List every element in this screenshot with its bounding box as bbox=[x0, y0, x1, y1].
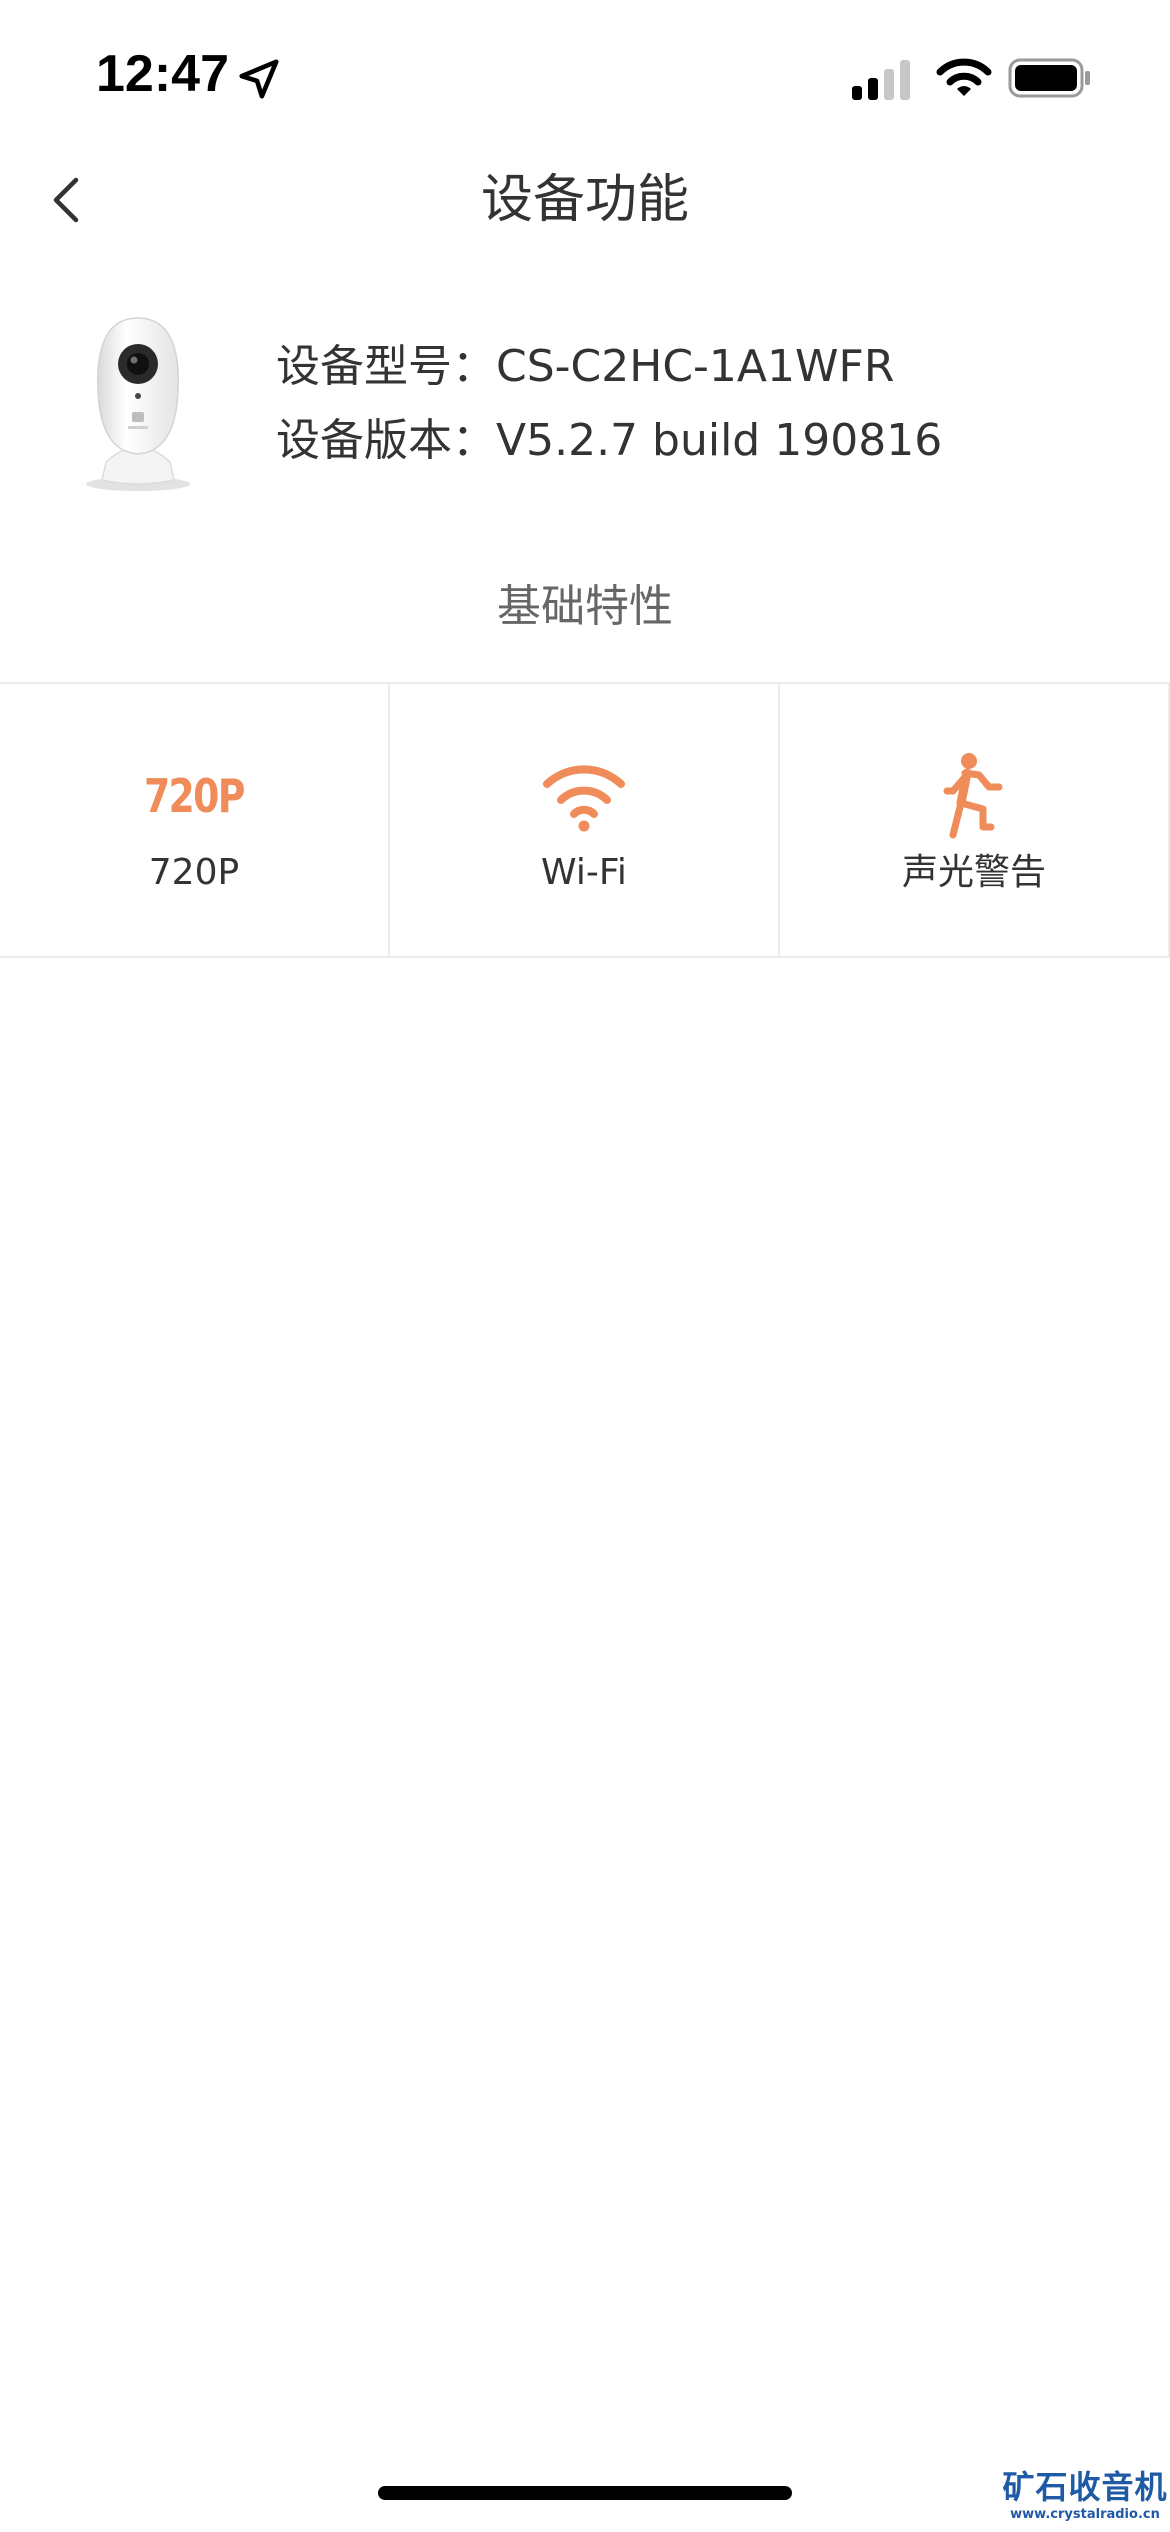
nav-bar: 设备功能 bbox=[0, 150, 1170, 250]
location-arrow-icon bbox=[239, 59, 279, 99]
chevron-left-icon bbox=[53, 177, 79, 223]
device-info-lines: 设备型号：CS-C2HC-1A1WFR 设备版本：V5.2.7 build 19… bbox=[276, 330, 942, 478]
running-person-icon bbox=[943, 753, 1003, 839]
wifi-icon bbox=[543, 765, 625, 832]
feature-label: 720P bbox=[148, 852, 240, 893]
feature-wifi: Wi-Fi bbox=[390, 684, 780, 956]
feature-720p: 720P 720P bbox=[0, 684, 390, 956]
running-person-icon-wrap bbox=[939, 748, 1009, 844]
battery-icon bbox=[1008, 58, 1090, 98]
back-button[interactable] bbox=[30, 164, 102, 236]
feature-label: Wi-Fi bbox=[541, 852, 627, 893]
720p-icon: 720P bbox=[133, 748, 255, 844]
feature-sound-light-alarm: 声光警告 bbox=[780, 684, 1170, 956]
720p-icon-text: 720P bbox=[144, 769, 245, 823]
watermark: 矿石收音机 www.crystalradio.cn bbox=[1000, 2468, 1170, 2532]
cellular-signal-icon bbox=[852, 60, 910, 100]
device-model-row: 设备型号：CS-C2HC-1A1WFR bbox=[276, 330, 942, 404]
device-model-label: 设备型号： bbox=[276, 341, 496, 392]
status-time: 12:47 bbox=[96, 45, 229, 103]
wifi-icon bbox=[936, 58, 992, 96]
device-model-value: CS-C2HC-1A1WFR bbox=[496, 341, 895, 392]
camera-device-image bbox=[86, 317, 190, 491]
wifi-feature-icon-wrap bbox=[539, 748, 629, 844]
watermark-title: 矿石收音机 bbox=[1002, 2468, 1168, 2506]
feature-grid: 720P 720P Wi-Fi 声光警告 bbox=[0, 682, 1170, 958]
section-title: 基础特性 bbox=[497, 581, 673, 632]
page-title: 设备功能 bbox=[480, 170, 689, 230]
device-info: 设备型号：CS-C2HC-1A1WFR 设备版本：V5.2.7 build 19… bbox=[0, 300, 1170, 500]
home-indicator[interactable] bbox=[378, 2486, 792, 2500]
device-version-row: 设备版本：V5.2.7 build 190816 bbox=[276, 404, 942, 478]
device-version-value: V5.2.7 build 190816 bbox=[496, 415, 943, 466]
feature-label: 声光警告 bbox=[901, 852, 1046, 893]
device-version-label: 设备版本： bbox=[276, 415, 496, 466]
status-bar: 12:47 bbox=[0, 0, 1170, 150]
watermark-url: www.crystalradio.cn bbox=[1010, 2507, 1160, 2522]
